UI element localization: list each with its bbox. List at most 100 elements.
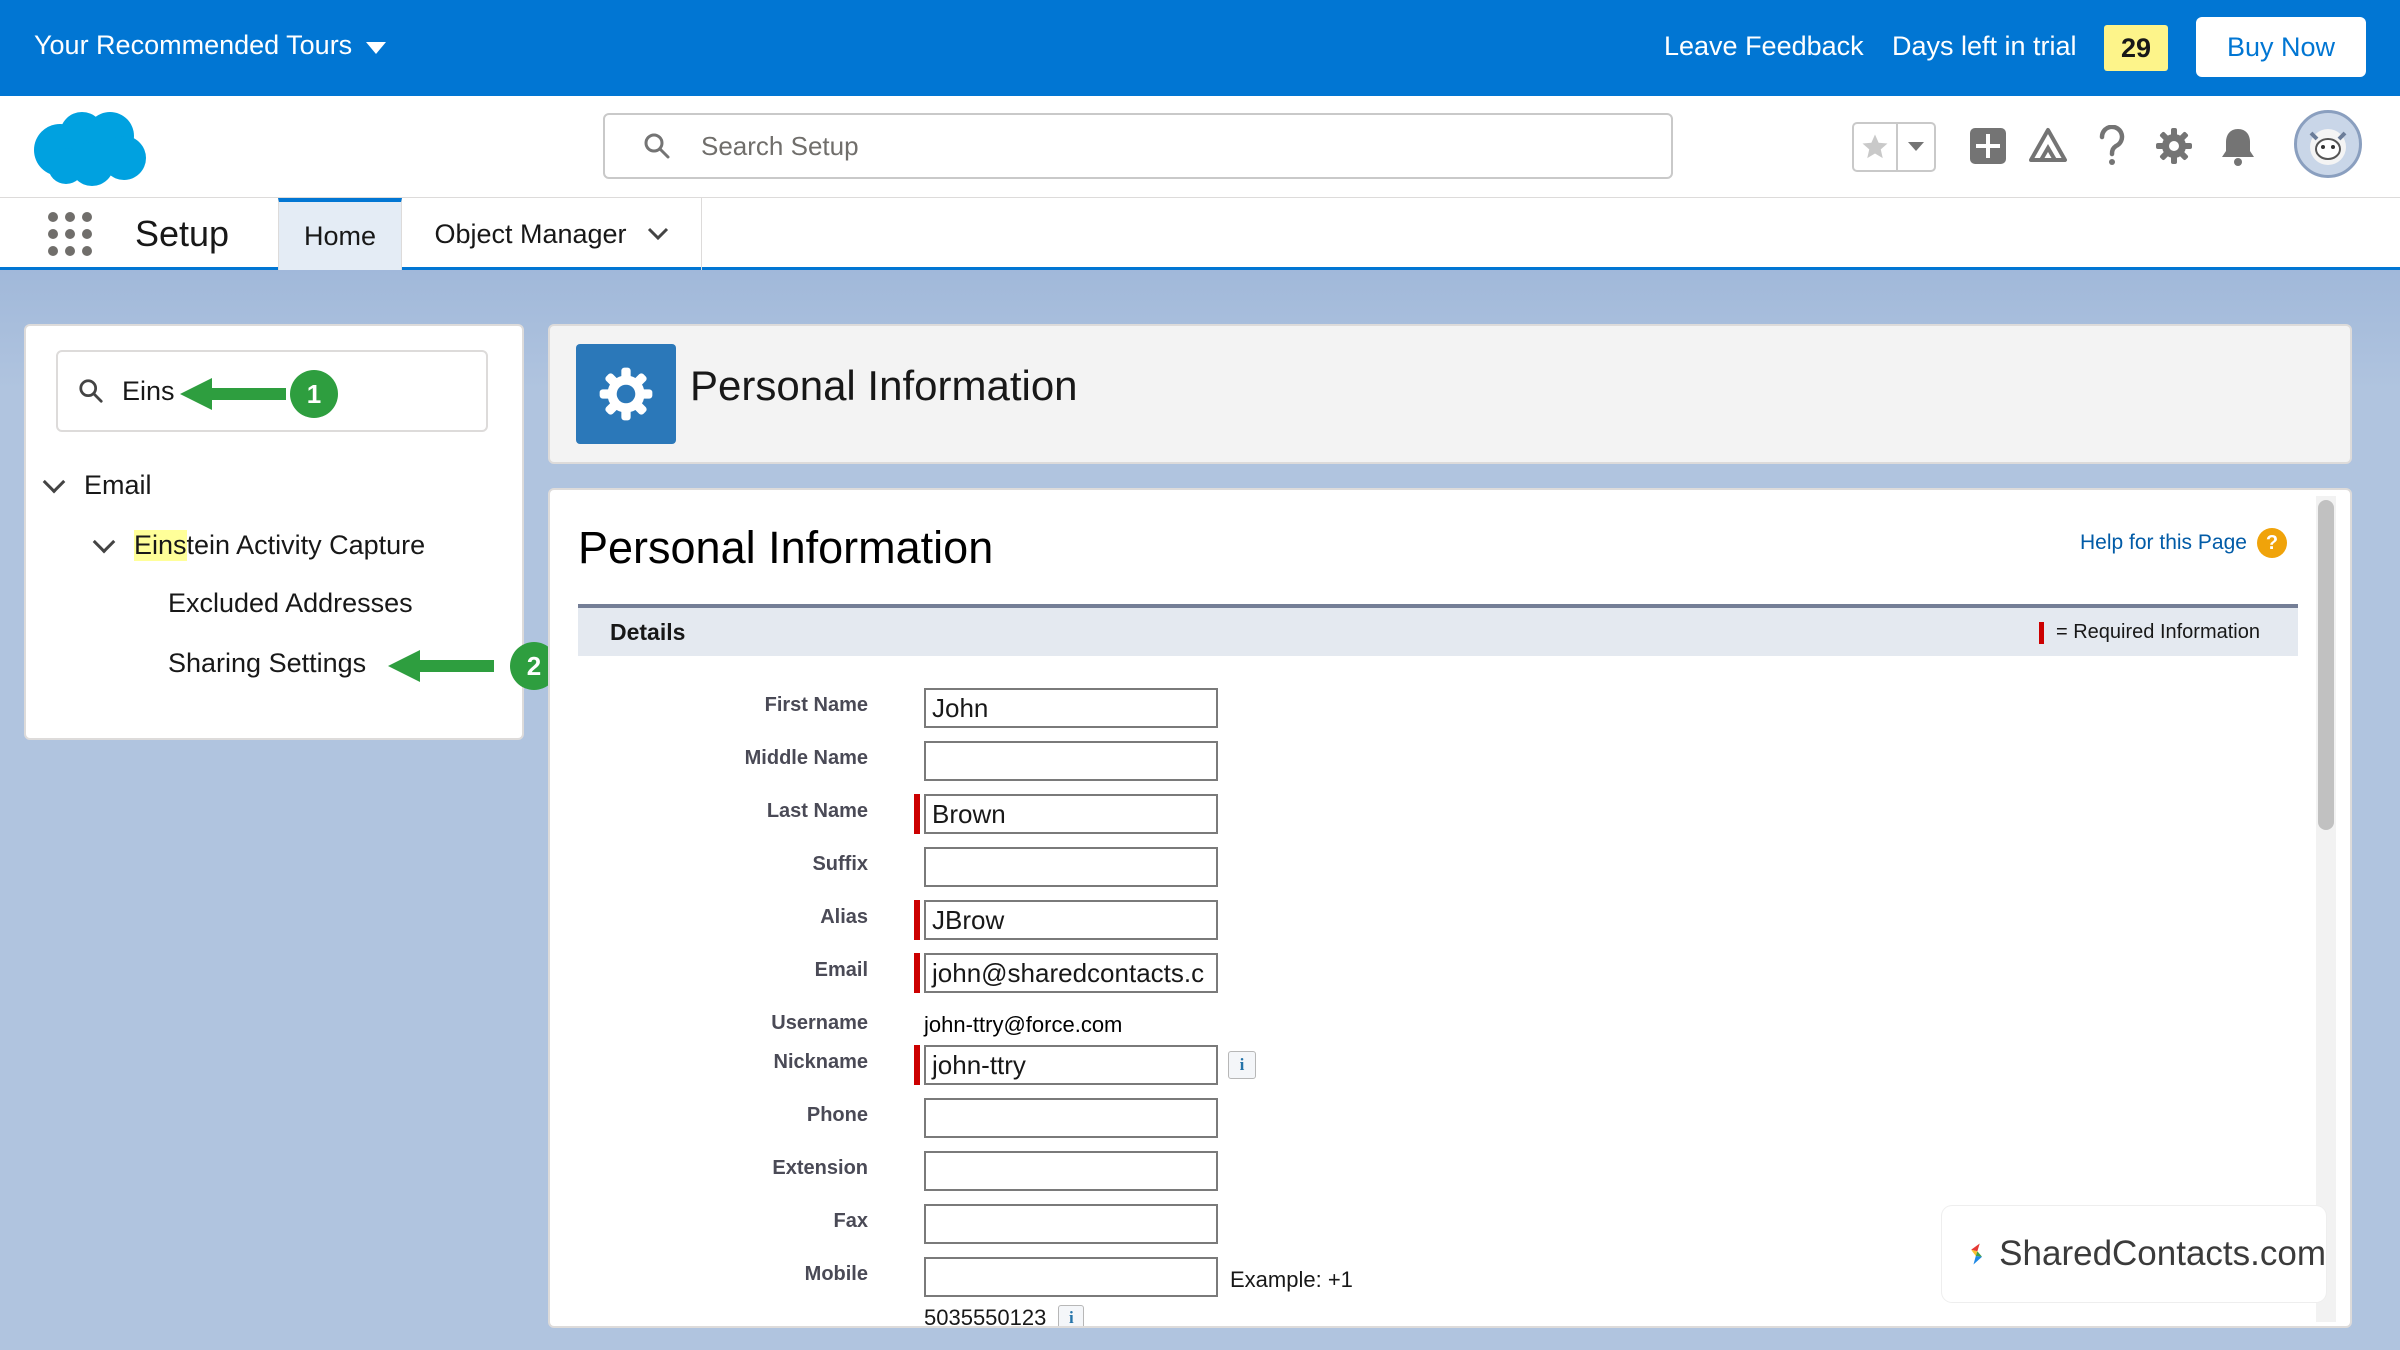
phone-field[interactable]: [924, 1098, 1218, 1138]
required-marker: [2038, 621, 2044, 644]
app-name: Setup: [135, 213, 230, 254]
tree-item-label: Email: [84, 470, 152, 500]
fax-field[interactable]: [924, 1204, 1218, 1244]
global-actions-add-icon[interactable]: [1964, 122, 2012, 170]
tours-label: Your Recommended Tours: [34, 30, 353, 60]
buy-now-button[interactable]: Buy Now: [2196, 17, 2366, 77]
chevron-down-icon[interactable]: [92, 530, 116, 553]
favorites-dropdown-icon[interactable]: [1898, 124, 1934, 170]
annotation-arrow-2: [388, 650, 494, 682]
first-name-field[interactable]: John: [924, 688, 1218, 728]
chevron-down-icon[interactable]: [647, 227, 669, 241]
search-match-highlight: Eins: [134, 530, 187, 561]
sharedcontacts-watermark: SharedContacts.com: [1942, 1206, 2326, 1302]
form-row-email: Email john@sharedcontacts.c: [578, 951, 1878, 997]
middle-name-field[interactable]: [924, 741, 1218, 781]
mobile-example: Example: +1: [1230, 1267, 1353, 1292]
form-row-fax: Fax: [578, 1202, 1878, 1248]
page-title: Personal Information: [690, 362, 1078, 409]
field-label: Mobile: [804, 1263, 868, 1285]
form-row-middle-name: Middle Name: [578, 739, 1878, 785]
form-row-phone: Phone: [578, 1096, 1878, 1142]
tree-item-excluded-addresses[interactable]: Excluded Addresses: [168, 588, 413, 619]
required-marker: [914, 900, 920, 940]
notifications-bell-icon[interactable]: [2214, 122, 2262, 170]
context-bar: Setup Home Object Manager: [0, 198, 2400, 270]
field-label: Middle Name: [744, 747, 868, 769]
scrollbar-thumb[interactable]: [2318, 500, 2334, 830]
watermark-text: SharedContacts.com: [1999, 1234, 2326, 1273]
form-row-alias: Alias JBrow: [578, 898, 1878, 944]
alias-field[interactable]: JBrow: [924, 900, 1218, 940]
leave-feedback-link[interactable]: Leave Feedback: [1664, 31, 1864, 62]
tab-object-manager[interactable]: Object Manager: [402, 198, 702, 270]
suffix-field[interactable]: [924, 847, 1218, 887]
email-field[interactable]: john@sharedcontacts.c: [924, 953, 1218, 993]
field-label: Alias: [820, 906, 868, 928]
form-row-nickname: Nickname john-ttry i: [578, 1043, 1878, 1089]
help-link-label: Help for this Page: [2080, 531, 2247, 554]
gear-icon[interactable]: [2150, 122, 2198, 170]
search-icon: [79, 379, 103, 403]
global-header: Search Setup: [0, 96, 2400, 198]
field-label: Email: [814, 959, 868, 981]
chevron-down-icon: [366, 41, 387, 54]
gear-icon: [576, 344, 676, 444]
required-marker: [914, 953, 920, 993]
mobile-field[interactable]: [924, 1257, 1218, 1297]
form-title: Personal Information: [578, 522, 994, 573]
field-label: Nickname: [773, 1051, 869, 1073]
recommended-tours-dropdown[interactable]: Your Recommended Tours: [34, 30, 387, 61]
field-label: Last Name: [766, 800, 868, 822]
tree-item-email[interactable]: Email: [42, 470, 152, 501]
field-label: Username: [771, 1012, 868, 1034]
section-label: Details: [610, 619, 686, 645]
help-icon[interactable]: [2088, 122, 2136, 170]
step-badge-1: 1: [290, 370, 338, 418]
search-icon: [644, 133, 670, 159]
field-label: Fax: [833, 1210, 868, 1232]
details-section-header: Details = Required Information: [578, 604, 2298, 656]
field-label: First Name: [764, 694, 868, 716]
tab-object-manager-label: Object Manager: [434, 218, 627, 249]
annotation-arrow-1: [180, 378, 286, 410]
field-label: Suffix: [812, 853, 868, 875]
field-label: Phone: [806, 1104, 868, 1126]
tree-item-label: tein Activity Capture: [186, 530, 426, 560]
username-value: john-ttry@force.com: [924, 1012, 1123, 1037]
chevron-down-icon[interactable]: [42, 470, 66, 493]
help-for-page-link[interactable]: Help for this Page ?: [2080, 528, 2287, 558]
form-row-first-name: First Name John: [578, 686, 1878, 732]
extension-field[interactable]: [924, 1151, 1218, 1191]
days-left-badge: 29: [2104, 25, 2168, 71]
tree-item-einstein-activity-capture[interactable]: Eins tein Activity Capture: [92, 530, 426, 561]
personal-information-form: Personal Information Help for this Page …: [548, 488, 2352, 1328]
search-placeholder: Search Setup: [701, 130, 859, 161]
trailhead-icon[interactable]: [2024, 122, 2072, 170]
nickname-field[interactable]: john-ttry: [924, 1045, 1218, 1085]
last-name-field[interactable]: Brown: [924, 794, 1218, 834]
days-left-label: Days left in trial: [1892, 31, 2077, 61]
app-launcher-icon[interactable]: [48, 212, 92, 256]
tree-item-label: Excluded Addresses: [168, 588, 413, 618]
info-icon[interactable]: i: [1058, 1305, 1085, 1326]
help-icon: ?: [2256, 528, 2287, 558]
required-legend-text: = Required Information: [2055, 621, 2260, 643]
mobile-example-value: 5035550123: [924, 1305, 1047, 1328]
form-row-suffix: Suffix: [578, 845, 1878, 891]
tree-item-sharing-settings[interactable]: Sharing Settings: [168, 648, 366, 679]
tab-home[interactable]: Home: [278, 198, 402, 270]
search-setup-input[interactable]: Search Setup: [603, 113, 1673, 179]
mobile-example-number: 5035550123 i: [924, 1305, 1085, 1328]
trial-bar: Your Recommended Tours Leave Feedback Da…: [0, 0, 2400, 96]
star-icon[interactable]: [1854, 124, 1898, 170]
salesforce-cloud-logo[interactable]: [30, 106, 148, 188]
info-icon[interactable]: i: [1228, 1051, 1256, 1079]
required-marker: [914, 794, 920, 834]
field-label: Extension: [772, 1157, 868, 1179]
favorites-button[interactable]: [1852, 122, 1936, 172]
required-legend: = Required Information: [2038, 621, 2260, 644]
avatar[interactable]: [2294, 110, 2362, 178]
form-row-extension: Extension: [578, 1149, 1878, 1195]
form-row-last-name: Last Name Brown: [578, 792, 1878, 838]
